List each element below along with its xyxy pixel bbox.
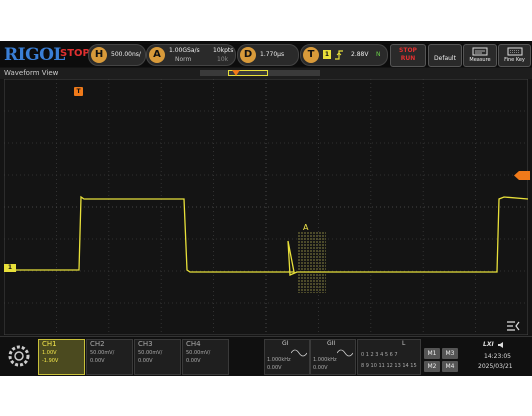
trigger-position-icon xyxy=(232,70,240,76)
channel-name: CH2 xyxy=(90,340,105,348)
trigger-source-badge: 1 xyxy=(323,50,331,59)
logic-channels-high: 8 9 10 11 12 13 14 15 xyxy=(361,363,417,369)
memory-points: 10kpts xyxy=(213,47,234,54)
keyboard-icon xyxy=(507,47,523,56)
channel-offset: 0.00V xyxy=(90,358,105,364)
acquire-badge: A xyxy=(149,47,165,63)
channel-offset: 0.00V xyxy=(138,358,153,364)
expand-menu-icon[interactable] xyxy=(505,320,521,332)
generator-freq: 1.000kHz xyxy=(267,357,291,363)
oscilloscope-screen: RIGOL STOP H 500.00ns/ A 1.00GSa/s Norm … xyxy=(0,41,532,376)
top-toolbar: RIGOL STOP H 500.00ns/ A 1.00GSa/s Norm … xyxy=(0,41,532,67)
horizontal-panel[interactable]: H 500.00ns/ xyxy=(88,44,146,66)
clock-time: 14:23:05 xyxy=(484,353,511,360)
sine-wave-icon xyxy=(337,349,353,357)
waveform-grid[interactable] xyxy=(4,79,528,335)
channel-ch4[interactable]: CH4 50.00mV/ 0.00V xyxy=(182,339,229,375)
fine-key-label: Fine Key xyxy=(504,57,525,63)
channel-offset: 0.00V xyxy=(186,358,201,364)
stop-label: STOP xyxy=(399,47,417,54)
math-m1-button[interactable]: M1 xyxy=(424,348,440,359)
generator-freq: 1.000kHz xyxy=(313,357,337,363)
delay-badge: D xyxy=(240,47,256,63)
sine-wave-icon xyxy=(291,349,307,357)
logic-analyzer-panel[interactable]: L 0 1 2 3 4 5 6 7 8 9 10 11 12 13 14 15 xyxy=(357,339,421,375)
run-status: STOP xyxy=(60,48,90,59)
generator-amp: 0.00V xyxy=(313,365,328,371)
rigol-logo: RIGOL xyxy=(4,45,65,65)
acquire-mode: Norm xyxy=(175,56,192,63)
channel-offset: -1.90V xyxy=(42,358,59,364)
cursor-a-label: A xyxy=(303,223,309,232)
trigger-time-marker[interactable]: T xyxy=(74,87,83,96)
channel-name: CH3 xyxy=(138,340,153,348)
channel-scale: 50.00mV/ xyxy=(138,350,163,356)
run-label: RUN xyxy=(400,55,416,62)
math-m3-button[interactable]: M3 xyxy=(442,348,458,359)
channel-name: CH4 xyxy=(186,340,201,348)
clock-date: 2025/03/21 xyxy=(478,363,513,370)
trigger-badge: T xyxy=(303,47,319,63)
ch1-offset-marker[interactable]: 1 xyxy=(4,264,16,272)
speaker-icon[interactable] xyxy=(497,341,506,349)
sample-rate: 1.00GSa/s xyxy=(169,47,200,54)
generator-gi[interactable]: GI 1.000kHz 0.00V xyxy=(264,339,310,375)
measure-icon xyxy=(472,47,488,56)
timebase-value: 500.00ns/ xyxy=(111,51,141,58)
generator-gii[interactable]: GII 1.000kHz 0.00V xyxy=(310,339,356,375)
gear-icon[interactable] xyxy=(6,340,32,372)
channel-ch1[interactable]: CH1 1.00V -1.90V xyxy=(38,339,85,375)
trigger-level: 2.88V xyxy=(351,51,369,58)
channel-ch2[interactable]: CH2 50.00mV/ 0.00V xyxy=(86,339,133,375)
waveform-view-title: Waveform View xyxy=(4,69,59,77)
acquire-panel[interactable]: A 1.00GSa/s Norm 10kpts 10k xyxy=(146,44,236,66)
memory-depth: 10k xyxy=(217,56,229,63)
rising-edge-icon xyxy=(335,50,343,60)
default-label: Default xyxy=(434,55,456,62)
waveform-view-header: Waveform View xyxy=(0,68,532,79)
channel-ch3[interactable]: CH3 50.00mV/ 0.00V xyxy=(134,339,181,375)
measure-button[interactable]: Measure xyxy=(463,44,497,67)
horizontal-badge: H xyxy=(91,47,107,63)
generator-name: GII xyxy=(327,340,336,347)
channel-scale: 50.00mV/ xyxy=(90,350,115,356)
run-stop-button[interactable]: STOP RUN xyxy=(390,44,426,67)
delay-value: 1.770µs xyxy=(260,51,285,58)
math-m2-button[interactable]: M2 xyxy=(424,361,440,372)
default-button[interactable]: Default xyxy=(428,44,462,67)
delay-panel[interactable]: D 1.770µs xyxy=(237,44,299,66)
trigger-panel[interactable]: T 1 2.88V N xyxy=(300,44,388,66)
bottom-status-bar: CH1 1.00V -1.90V CH2 50.00mV/ 0.00V CH3 … xyxy=(0,336,532,376)
logic-channels-low: 0 1 2 3 4 5 6 7 xyxy=(361,352,398,358)
cursor-a-region[interactable] xyxy=(298,231,326,293)
measure-label: Measure xyxy=(469,57,491,63)
logic-name: L xyxy=(402,340,406,347)
trigger-level-marker-icon[interactable] xyxy=(514,171,530,180)
math-m4-button[interactable]: M4 xyxy=(442,361,458,372)
generator-name: GI xyxy=(282,340,289,347)
trigger-sweep: N xyxy=(376,51,381,58)
generator-amp: 0.00V xyxy=(267,365,282,371)
lxi-logo: LXI xyxy=(483,341,494,348)
fine-key-button[interactable]: Fine Key xyxy=(498,44,531,67)
channel-name: CH1 xyxy=(42,340,57,348)
channel-scale: 50.00mV/ xyxy=(186,350,211,356)
channel-scale: 1.00V xyxy=(42,350,57,356)
